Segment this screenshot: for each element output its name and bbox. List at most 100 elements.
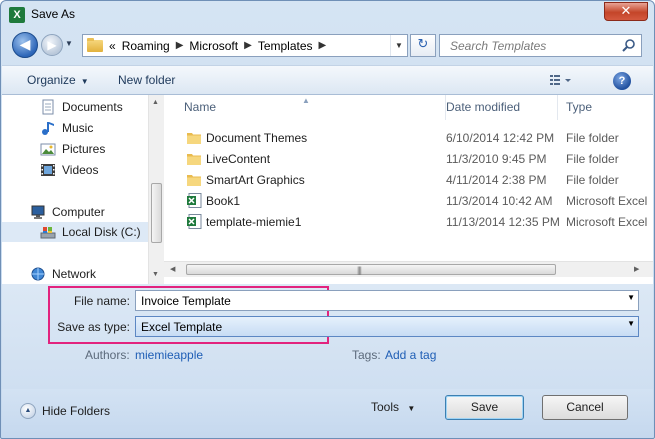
command-toolbar: Organize ▼ New folder ? [2, 65, 653, 95]
documents-icon [42, 99, 54, 115]
dialog-footer: ▲ Hide Folders Tools ▼ Save Cancel [2, 389, 653, 438]
save-as-dialog: X Save As ✕ ◀ ▶ ▼ « Roaming ▶ Microsoft … [0, 0, 655, 439]
hide-folders-label: Hide Folders [42, 404, 111, 418]
organize-label: Organize [27, 73, 76, 87]
breadcrumb-microsoft[interactable]: Microsoft [189, 39, 238, 53]
address-history-dropdown-icon[interactable]: ▼ [390, 35, 407, 56]
file-date: 11/3/2010 9:45 PM [446, 152, 547, 166]
file-row[interactable]: template-miemie1 11/13/2014 12:35 PM Mic… [164, 211, 653, 232]
sidebar-item-label: Network [52, 267, 97, 281]
save-button[interactable]: Save [445, 395, 524, 420]
close-button[interactable]: ✕ [604, 2, 648, 21]
breadcrumb-overflow[interactable]: « [109, 39, 116, 53]
music-icon [42, 122, 54, 135]
sidebar-item-computer[interactable]: Computer [2, 202, 148, 222]
breadcrumb-separator-icon[interactable]: ▶ [319, 40, 327, 51]
window-title: Save As [31, 7, 76, 21]
forward-button[interactable]: ▶ [41, 34, 63, 56]
file-name: LiveContent [206, 152, 271, 166]
file-name-field[interactable]: ▼ [135, 290, 639, 311]
pictures-icon [40, 143, 56, 156]
folder-icon [187, 175, 201, 186]
sidebar-item-music[interactable]: Music [2, 118, 148, 138]
address-bar[interactable]: « Roaming ▶ Microsoft ▶ Templates ▶ ▼ [82, 34, 408, 57]
save-as-type-value: Excel Template [141, 320, 223, 334]
search-icon[interactable] [621, 38, 637, 54]
save-as-type-select[interactable]: Excel Template ▼ [135, 316, 639, 337]
file-name: Document Themes [206, 131, 308, 145]
tools-menu[interactable]: Tools ▼ [371, 400, 415, 414]
file-name-label: File name: [73, 294, 130, 308]
navigation-pane-scrollbar[interactable]: ▲ ▼ [148, 95, 164, 284]
change-view-button[interactable] [548, 72, 576, 90]
sidebar-item-label: Local Disk (C:) [62, 225, 141, 239]
refresh-button[interactable]: ↻ [410, 34, 436, 57]
breadcrumb-roaming[interactable]: Roaming [122, 39, 170, 53]
chevron-up-icon: ▲ [20, 403, 36, 419]
breadcrumb-separator-icon[interactable]: ▶ [244, 40, 252, 51]
file-row[interactable]: Document Themes 6/10/2014 12:42 PM File … [164, 127, 653, 148]
add-tag-link[interactable]: Add a tag [385, 348, 436, 362]
file-type: File folder [566, 131, 619, 145]
horizontal-scrollbar[interactable]: ◀ ||| ▶ [164, 261, 653, 277]
scrollbar-thumb[interactable]: ||| [186, 264, 556, 275]
chevron-down-icon[interactable]: ▼ [627, 319, 635, 328]
videos-icon [41, 164, 55, 176]
search-box[interactable] [439, 34, 642, 57]
chevron-down-icon: ▼ [80, 77, 89, 86]
file-date: 11/3/2014 10:42 AM [446, 194, 553, 208]
view-options-icon [550, 75, 571, 85]
file-type: File folder [566, 152, 619, 166]
title-bar[interactable]: X Save As ✕ [1, 1, 654, 29]
sidebar-item-network[interactable]: Network [2, 264, 148, 284]
organize-menu[interactable]: Organize ▼ [27, 73, 89, 87]
file-date: 11/13/2014 12:35 PM [446, 215, 560, 229]
file-name: Book1 [206, 194, 241, 208]
authors-label: Authors: [85, 348, 130, 362]
column-header-date-modified[interactable]: Date modified [438, 95, 558, 120]
file-date: 4/11/2014 2:38 PM [446, 173, 547, 187]
scroll-right-icon[interactable]: ▶ [634, 265, 639, 273]
recent-pages-dropdown-icon[interactable]: ▼ [65, 39, 73, 48]
authors-value[interactable]: miemieapple [135, 348, 203, 362]
save-options-form: File name: ▼ Save as type: Excel Templat… [2, 284, 653, 389]
sidebar-item-label: Music [62, 121, 94, 135]
tools-label: Tools [371, 400, 400, 414]
search-input[interactable] [440, 35, 620, 56]
hide-folders-button[interactable]: ▲ Hide Folders [20, 403, 110, 419]
computer-icon [31, 205, 45, 219]
chevron-down-icon: ▼ [407, 404, 416, 413]
cancel-button[interactable]: Cancel [542, 395, 628, 420]
sidebar-item-local-disk[interactable]: Local Disk (C:) [2, 222, 148, 242]
sidebar-item-documents[interactable]: Documents [2, 97, 148, 117]
back-button[interactable]: ◀ [12, 32, 38, 58]
file-row[interactable]: Book1 11/3/2014 10:42 AM Microsoft Excel [164, 190, 653, 211]
scroll-down-icon[interactable]: ▼ [152, 271, 159, 278]
file-type: Microsoft Excel [566, 215, 648, 229]
excel-file-icon [187, 193, 202, 208]
tags-label: Tags: [352, 348, 381, 362]
scrollbar-thumb[interactable] [151, 183, 162, 243]
excel-file-icon [187, 214, 202, 229]
sidebar-item-label: Videos [62, 163, 99, 177]
scroll-left-icon[interactable]: ◀ [170, 265, 175, 273]
sort-ascending-icon: ▲ [302, 96, 310, 105]
file-type: File folder [566, 173, 619, 187]
file-row[interactable]: SmartArt Graphics 4/11/2014 2:38 PM File… [164, 169, 653, 190]
breadcrumb-templates[interactable]: Templates [258, 39, 313, 53]
column-header-type[interactable]: Type [558, 95, 653, 120]
file-row[interactable]: LiveContent 11/3/2010 9:45 PM File folde… [164, 148, 653, 169]
file-name-input[interactable] [136, 291, 616, 310]
folder-icon [187, 154, 201, 165]
new-folder-button[interactable]: New folder [118, 73, 175, 87]
sidebar-item-videos[interactable]: Videos [2, 160, 148, 180]
chevron-down-icon[interactable]: ▼ [627, 293, 635, 302]
sidebar-item-pictures[interactable]: Pictures [2, 139, 148, 159]
save-as-type-label: Save as type: [57, 320, 130, 334]
navigation-pane: Documents Music Pictures Videos Computer… [2, 95, 148, 284]
scroll-up-icon[interactable]: ▲ [152, 99, 159, 106]
column-header-name[interactable]: Name [176, 95, 446, 120]
excel-icon: X [9, 7, 25, 23]
help-button[interactable]: ? [613, 72, 631, 90]
breadcrumb-separator-icon[interactable]: ▶ [176, 40, 184, 51]
